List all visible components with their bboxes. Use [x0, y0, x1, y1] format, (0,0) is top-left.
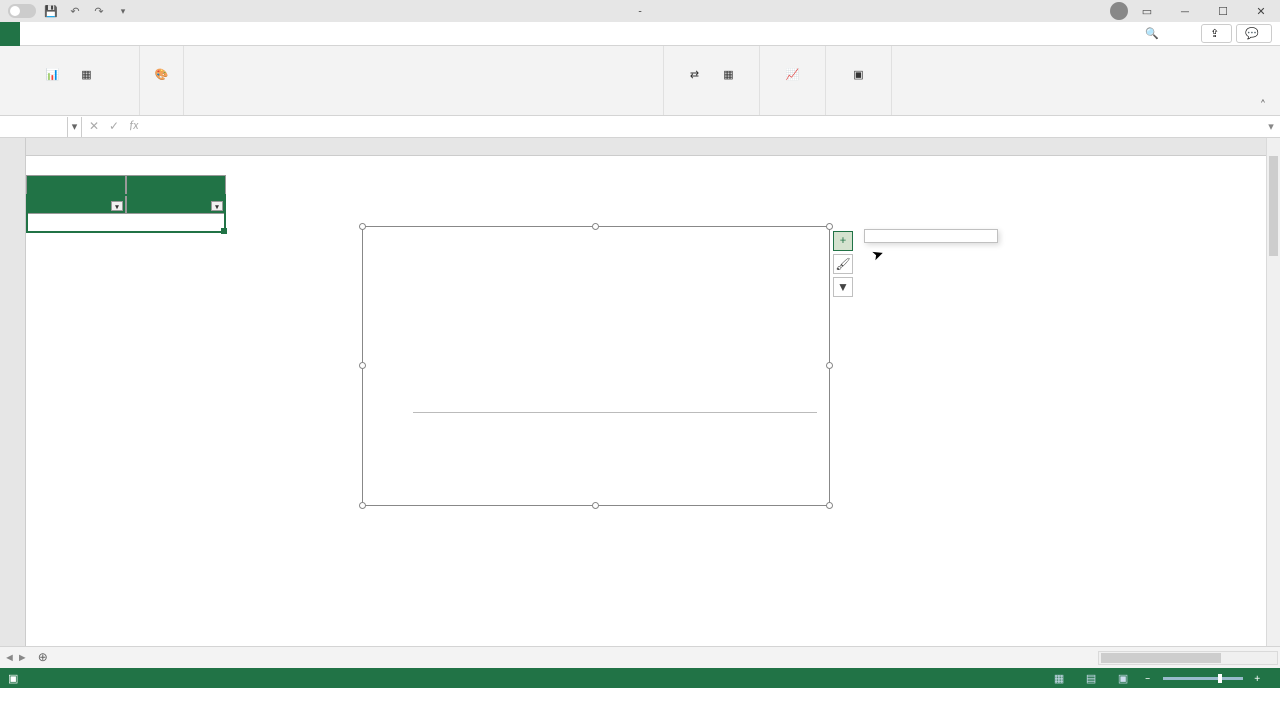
resize-handle[interactable]: [592, 502, 599, 509]
zoom-slider[interactable]: [1163, 677, 1243, 680]
qat-customize-icon[interactable]: ▾: [114, 2, 132, 20]
share-icon: ⇪: [1210, 27, 1219, 40]
switch-row-col-button[interactable]: ⇄: [678, 48, 712, 104]
search-icon[interactable]: 🔍: [1145, 27, 1159, 40]
close-icon[interactable]: ✕: [1242, 0, 1280, 22]
save-icon[interactable]: 💾: [42, 2, 60, 20]
filter-icon[interactable]: ▾: [111, 201, 123, 211]
data-table: ▾ ▾: [26, 175, 226, 214]
sheet-tab-bar: ◄ ► ⊕: [0, 646, 1280, 668]
table-header-umsatz[interactable]: ▾: [126, 175, 226, 214]
worksheet-grid[interactable]: ▾ ▾ + 🖌 ▼ ➤: [0, 138, 1280, 646]
collapse-ribbon-icon[interactable]: ˄: [1260, 97, 1276, 113]
name-box-dropdown[interactable]: ▾: [68, 117, 82, 137]
quick-layout-button[interactable]: ▦: [70, 48, 104, 104]
zoom-in-icon[interactable]: +: [1255, 672, 1260, 685]
enter-formula-icon[interactable]: ✓: [104, 119, 124, 134]
select-data-icon: ▦: [716, 64, 742, 86]
redo-icon[interactable]: ↷: [90, 2, 108, 20]
sheet-nav-prev-icon[interactable]: ◄: [4, 651, 15, 664]
ribbon-options-icon[interactable]: ▭: [1128, 0, 1166, 22]
undo-icon[interactable]: ↶: [66, 2, 84, 20]
filter-icon[interactable]: ▾: [211, 201, 223, 211]
expand-formula-bar-icon[interactable]: ▾: [1262, 120, 1280, 133]
plot-area[interactable]: [363, 239, 829, 445]
resize-handle[interactable]: [826, 223, 833, 230]
page-break-view-icon[interactable]: ▣: [1113, 671, 1133, 685]
comment-icon: 💬: [1245, 27, 1259, 40]
chart-elements-button[interactable]: +: [833, 231, 853, 251]
colors-icon: 🎨: [149, 64, 175, 86]
file-tab[interactable]: [0, 22, 20, 46]
titlebar: 💾 ↶ ↷ ▾ - ▭ — ☐ ✕: [0, 0, 1280, 22]
resize-handle[interactable]: [826, 502, 833, 509]
chart-filters-button[interactable]: ▼: [833, 277, 853, 297]
add-sheet-button[interactable]: ⊕: [32, 650, 54, 665]
move-chart-button[interactable]: ▣: [842, 48, 876, 104]
chart-styles-button[interactable]: 🖌: [833, 254, 853, 274]
record-macro-icon[interactable]: ▣: [8, 672, 18, 685]
chart-elements-flyout: [864, 229, 998, 243]
sheet-nav-next-icon[interactable]: ►: [17, 651, 28, 664]
horizontal-scrollbar[interactable]: [1098, 651, 1278, 665]
add-element-icon: 📊: [40, 64, 66, 86]
chart-object[interactable]: + 🖌 ▼: [362, 226, 830, 506]
fx-icon[interactable]: fx: [124, 119, 144, 134]
resize-handle[interactable]: [359, 223, 366, 230]
change-colors-button[interactable]: 🎨: [145, 48, 179, 104]
select-all-corner[interactable]: [0, 138, 26, 156]
move-chart-icon: ▣: [846, 64, 872, 86]
share-button[interactable]: ⇪: [1201, 24, 1232, 43]
vertical-scrollbar[interactable]: [1266, 138, 1280, 646]
normal-view-icon[interactable]: ▦: [1049, 671, 1069, 685]
statusbar: ▣ ▦ ▤ ▣ − +: [0, 668, 1280, 688]
scroll-thumb[interactable]: [1269, 156, 1278, 256]
name-box[interactable]: [0, 117, 68, 137]
user-avatar[interactable]: [1110, 2, 1128, 20]
zoom-out-icon[interactable]: −: [1145, 672, 1150, 685]
scroll-thumb[interactable]: [1101, 653, 1221, 663]
cancel-formula-icon[interactable]: ✕: [84, 119, 104, 134]
formula-bar[interactable]: [146, 117, 1262, 137]
chart-type-icon: 📈: [780, 64, 806, 86]
contextual-tab-label: [620, 0, 680, 28]
minimize-icon[interactable]: —: [1166, 0, 1204, 22]
ribbon: 📊 ▦ 🎨 ⇄ ▦ 📈 ▣ ˄: [0, 46, 1280, 116]
comments-button[interactable]: 💬: [1236, 24, 1272, 43]
fill-handle[interactable]: [221, 228, 227, 234]
table-header-month[interactable]: ▾: [26, 175, 126, 214]
page-layout-view-icon[interactable]: ▤: [1081, 671, 1101, 685]
formula-bar-row: ▾ ✕ ✓ fx ▾: [0, 116, 1280, 138]
cursor-icon: ➤: [869, 245, 886, 265]
quick-layout-icon: ▦: [74, 64, 100, 86]
resize-handle[interactable]: [592, 223, 599, 230]
resize-handle[interactable]: [359, 502, 366, 509]
add-chart-element-button[interactable]: 📊: [36, 48, 70, 104]
select-data-button[interactable]: ▦: [712, 48, 746, 104]
autosave-toggle[interactable]: [4, 4, 36, 18]
switch-icon: ⇄: [682, 64, 708, 86]
change-chart-type-button[interactable]: 📈: [776, 48, 810, 104]
maximize-icon[interactable]: ☐: [1204, 0, 1242, 22]
